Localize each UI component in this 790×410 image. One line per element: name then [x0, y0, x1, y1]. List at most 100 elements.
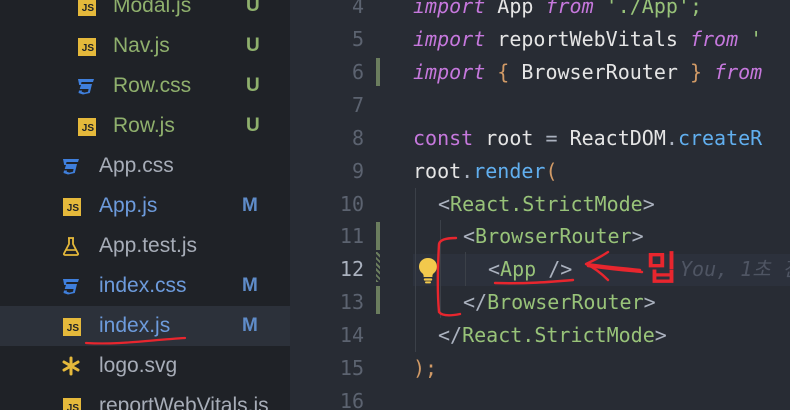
css-file-icon: [76, 76, 96, 96]
jsx-tag: React.StrictMode: [462, 323, 655, 347]
file-explorer: JS Modal.js U JS Nav.js U Row.css U JS R…: [0, 0, 290, 410]
file-item-nav-js[interactable]: JS Nav.js U: [0, 26, 290, 66]
keyword: from: [689, 27, 739, 51]
paren: );: [413, 356, 438, 380]
keyword: import: [413, 0, 486, 18]
git-status-badge: U: [246, 115, 260, 136]
git-change-marker: [376, 252, 380, 282]
line-number: 7: [351, 93, 364, 117]
string-literal: ': [738, 27, 763, 51]
file-item-app-test-js[interactable]: App.test.js: [0, 226, 290, 266]
file-name: Row.js: [113, 114, 175, 137]
punctuation: <: [463, 224, 476, 248]
lightbulb-icon[interactable]: [416, 256, 440, 284]
punctuation: >: [642, 192, 655, 216]
keyword: import: [413, 60, 486, 84]
identifier: root: [473, 126, 546, 150]
file-item-index-css[interactable]: index.css M: [0, 266, 290, 306]
file-name: Nav.js: [113, 34, 170, 57]
git-blame-inline: You, 1초 전: [680, 257, 790, 281]
code-line-4[interactable]: import App from './App';: [413, 0, 702, 22]
punctuation: <: [438, 192, 451, 216]
brace: {: [485, 60, 522, 84]
line-number: 15: [339, 356, 364, 380]
code-line-14[interactable]: </React.StrictMode>: [438, 319, 667, 351]
line-number: 13: [339, 290, 364, 314]
css-file-icon: [61, 156, 81, 176]
file-item-modal-js[interactable]: JS Modal.js U: [0, 0, 290, 26]
jsx-tag: BrowserRouter: [475, 224, 632, 248]
code-editor[interactable]: 4 5 6 7 8 9 10 11 12 13 14 15 16 import …: [290, 0, 790, 410]
jsx-tag: BrowserRouter: [487, 290, 644, 314]
git-status-badge: M: [242, 195, 258, 216]
file-item-app-css[interactable]: App.css: [0, 146, 290, 186]
identifier: root: [413, 159, 462, 183]
punctuation: .: [665, 126, 678, 150]
paren: (: [545, 159, 558, 183]
file-name: reportWebVitals.js: [99, 394, 269, 410]
file-name: index.css: [99, 274, 187, 297]
file-name: Modal.js: [113, 0, 192, 17]
file-name: index.js: [99, 314, 171, 337]
punctuation: </: [463, 290, 488, 314]
punctuation: >: [643, 290, 656, 314]
indent-guide: [440, 220, 441, 318]
identifier: App: [485, 0, 546, 18]
code-line-15[interactable]: );: [413, 352, 437, 384]
string-literal: './App';: [593, 0, 703, 18]
file-item-row-css[interactable]: Row.css U: [0, 66, 290, 106]
javascript-file-icon: JS: [78, 118, 96, 136]
line-number: 10: [339, 192, 364, 216]
file-item-index-js[interactable]: JS index.js M: [0, 306, 290, 346]
flask-test-icon: [61, 236, 81, 256]
line-number: 11: [339, 224, 364, 248]
git-status-badge: U: [246, 35, 260, 56]
line-number: 9: [351, 159, 364, 183]
keyword: from: [545, 0, 594, 18]
git-change-marker: [376, 286, 380, 314]
line-number: 16: [339, 389, 364, 410]
git-status-badge: M: [242, 275, 258, 296]
file-name: App.css: [99, 154, 174, 177]
code-line-10[interactable]: <React.StrictMode>: [438, 188, 655, 220]
line-number: 4: [351, 0, 364, 18]
file-item-row-js[interactable]: JS Row.js U: [0, 106, 290, 146]
function-name: render: [473, 159, 546, 183]
line-number-active: 12: [339, 257, 364, 281]
punctuation: >: [631, 224, 644, 248]
line-number: 14: [339, 323, 364, 347]
javascript-file-icon: JS: [63, 398, 81, 410]
code-line-12[interactable]: <App />: [488, 253, 572, 285]
file-item-logo-svg[interactable]: logo.svg: [0, 346, 290, 386]
code-line-8[interactable]: const root = ReactDOM.createR: [413, 122, 762, 154]
identifier: reportWebVitals: [485, 27, 690, 51]
code-line-6[interactable]: import { BrowserRouter } from: [413, 56, 762, 88]
brace: }: [677, 60, 715, 84]
git-status-badge: U: [246, 75, 260, 96]
javascript-file-icon: JS: [63, 198, 81, 216]
keyword: import: [413, 27, 486, 51]
keyword: const: [413, 126, 474, 150]
function-name: createR: [677, 126, 763, 150]
code-line-5[interactable]: import reportWebVitals from ': [413, 23, 762, 55]
jsx-tag: App: [500, 257, 537, 281]
javascript-file-icon: JS: [63, 318, 81, 336]
line-number: 5: [351, 27, 364, 51]
file-name: App.js: [99, 194, 158, 217]
file-item-report-web-vitals-js[interactable]: JS reportWebVitals.js: [0, 386, 290, 410]
indent-guide: [465, 252, 466, 286]
git-change-marker: [376, 222, 380, 250]
asterisk-svg-icon: [61, 356, 81, 376]
identifier: ReactDOM: [569, 126, 666, 150]
keyword: from: [714, 60, 763, 84]
git-status-badge: M: [242, 315, 258, 336]
code-line-9[interactable]: root.render(: [413, 155, 558, 187]
file-item-app-js[interactable]: JS App.js M: [0, 186, 290, 226]
code-line-13[interactable]: </BrowserRouter>: [463, 286, 656, 318]
line-number: 6: [351, 60, 364, 84]
punctuation: />: [536, 257, 573, 281]
javascript-file-icon: JS: [78, 0, 96, 16]
file-name: logo.svg: [99, 354, 178, 377]
identifier: BrowserRouter: [521, 60, 678, 84]
code-line-11[interactable]: <BrowserRouter>: [463, 220, 644, 252]
